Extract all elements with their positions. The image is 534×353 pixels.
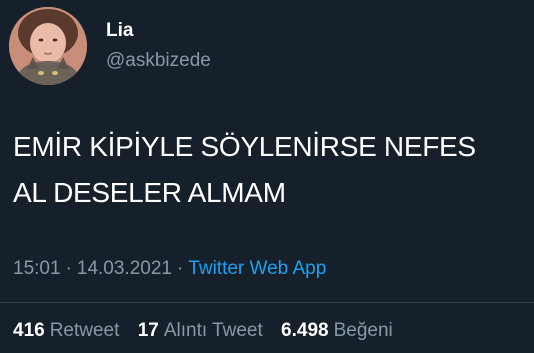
display-name[interactable]: Lia (106, 20, 133, 42)
tweet-card: Lia @askbizede EMİR KİPİYLE SÖYLENİRSE N… (0, 0, 534, 353)
quotes-count: 17 (137, 320, 159, 341)
tweet-text-line: AL DESELER ALMAM (13, 177, 286, 208)
divider (0, 302, 534, 303)
retweets-count: 416 (13, 320, 45, 341)
retweets-label: Retweet (49, 320, 120, 341)
meta-separator: · (65, 258, 72, 279)
engagement-stats: 416 Retweet 17 Alıntı Tweet 6.498 Beğeni (13, 320, 406, 342)
profile-avatar-icon (9, 7, 87, 85)
likes-stat[interactable]: 6.498 Beğeni (281, 320, 393, 341)
tweet-date[interactable]: 14.03.2021 (77, 258, 172, 279)
likes-label: Beğeni (333, 320, 393, 341)
meta-separator: · (176, 258, 184, 279)
likes-count: 6.498 (281, 320, 329, 341)
tweet-text: EMİR KİPİYLE SÖYLENİRSE NEFES AL DESELER… (13, 124, 528, 216)
tweet-text-line: EMİR KİPİYLE SÖYLENİRSE NEFES (13, 131, 476, 162)
quotes-stat[interactable]: 17 Alıntı Tweet (138, 320, 263, 341)
tweet-source-link[interactable]: Twitter Web App (188, 258, 326, 279)
retweets-stat[interactable]: 416 Retweet (13, 320, 119, 341)
profile-avatar[interactable] (9, 7, 87, 85)
quotes-label: Alıntı Tweet (163, 320, 263, 341)
user-handle[interactable]: @askbizede (106, 50, 211, 72)
tweet-meta: 15:01 · 14.03.2021 · Twitter Web App (13, 258, 326, 280)
tweet-time[interactable]: 15:01 (13, 258, 61, 279)
